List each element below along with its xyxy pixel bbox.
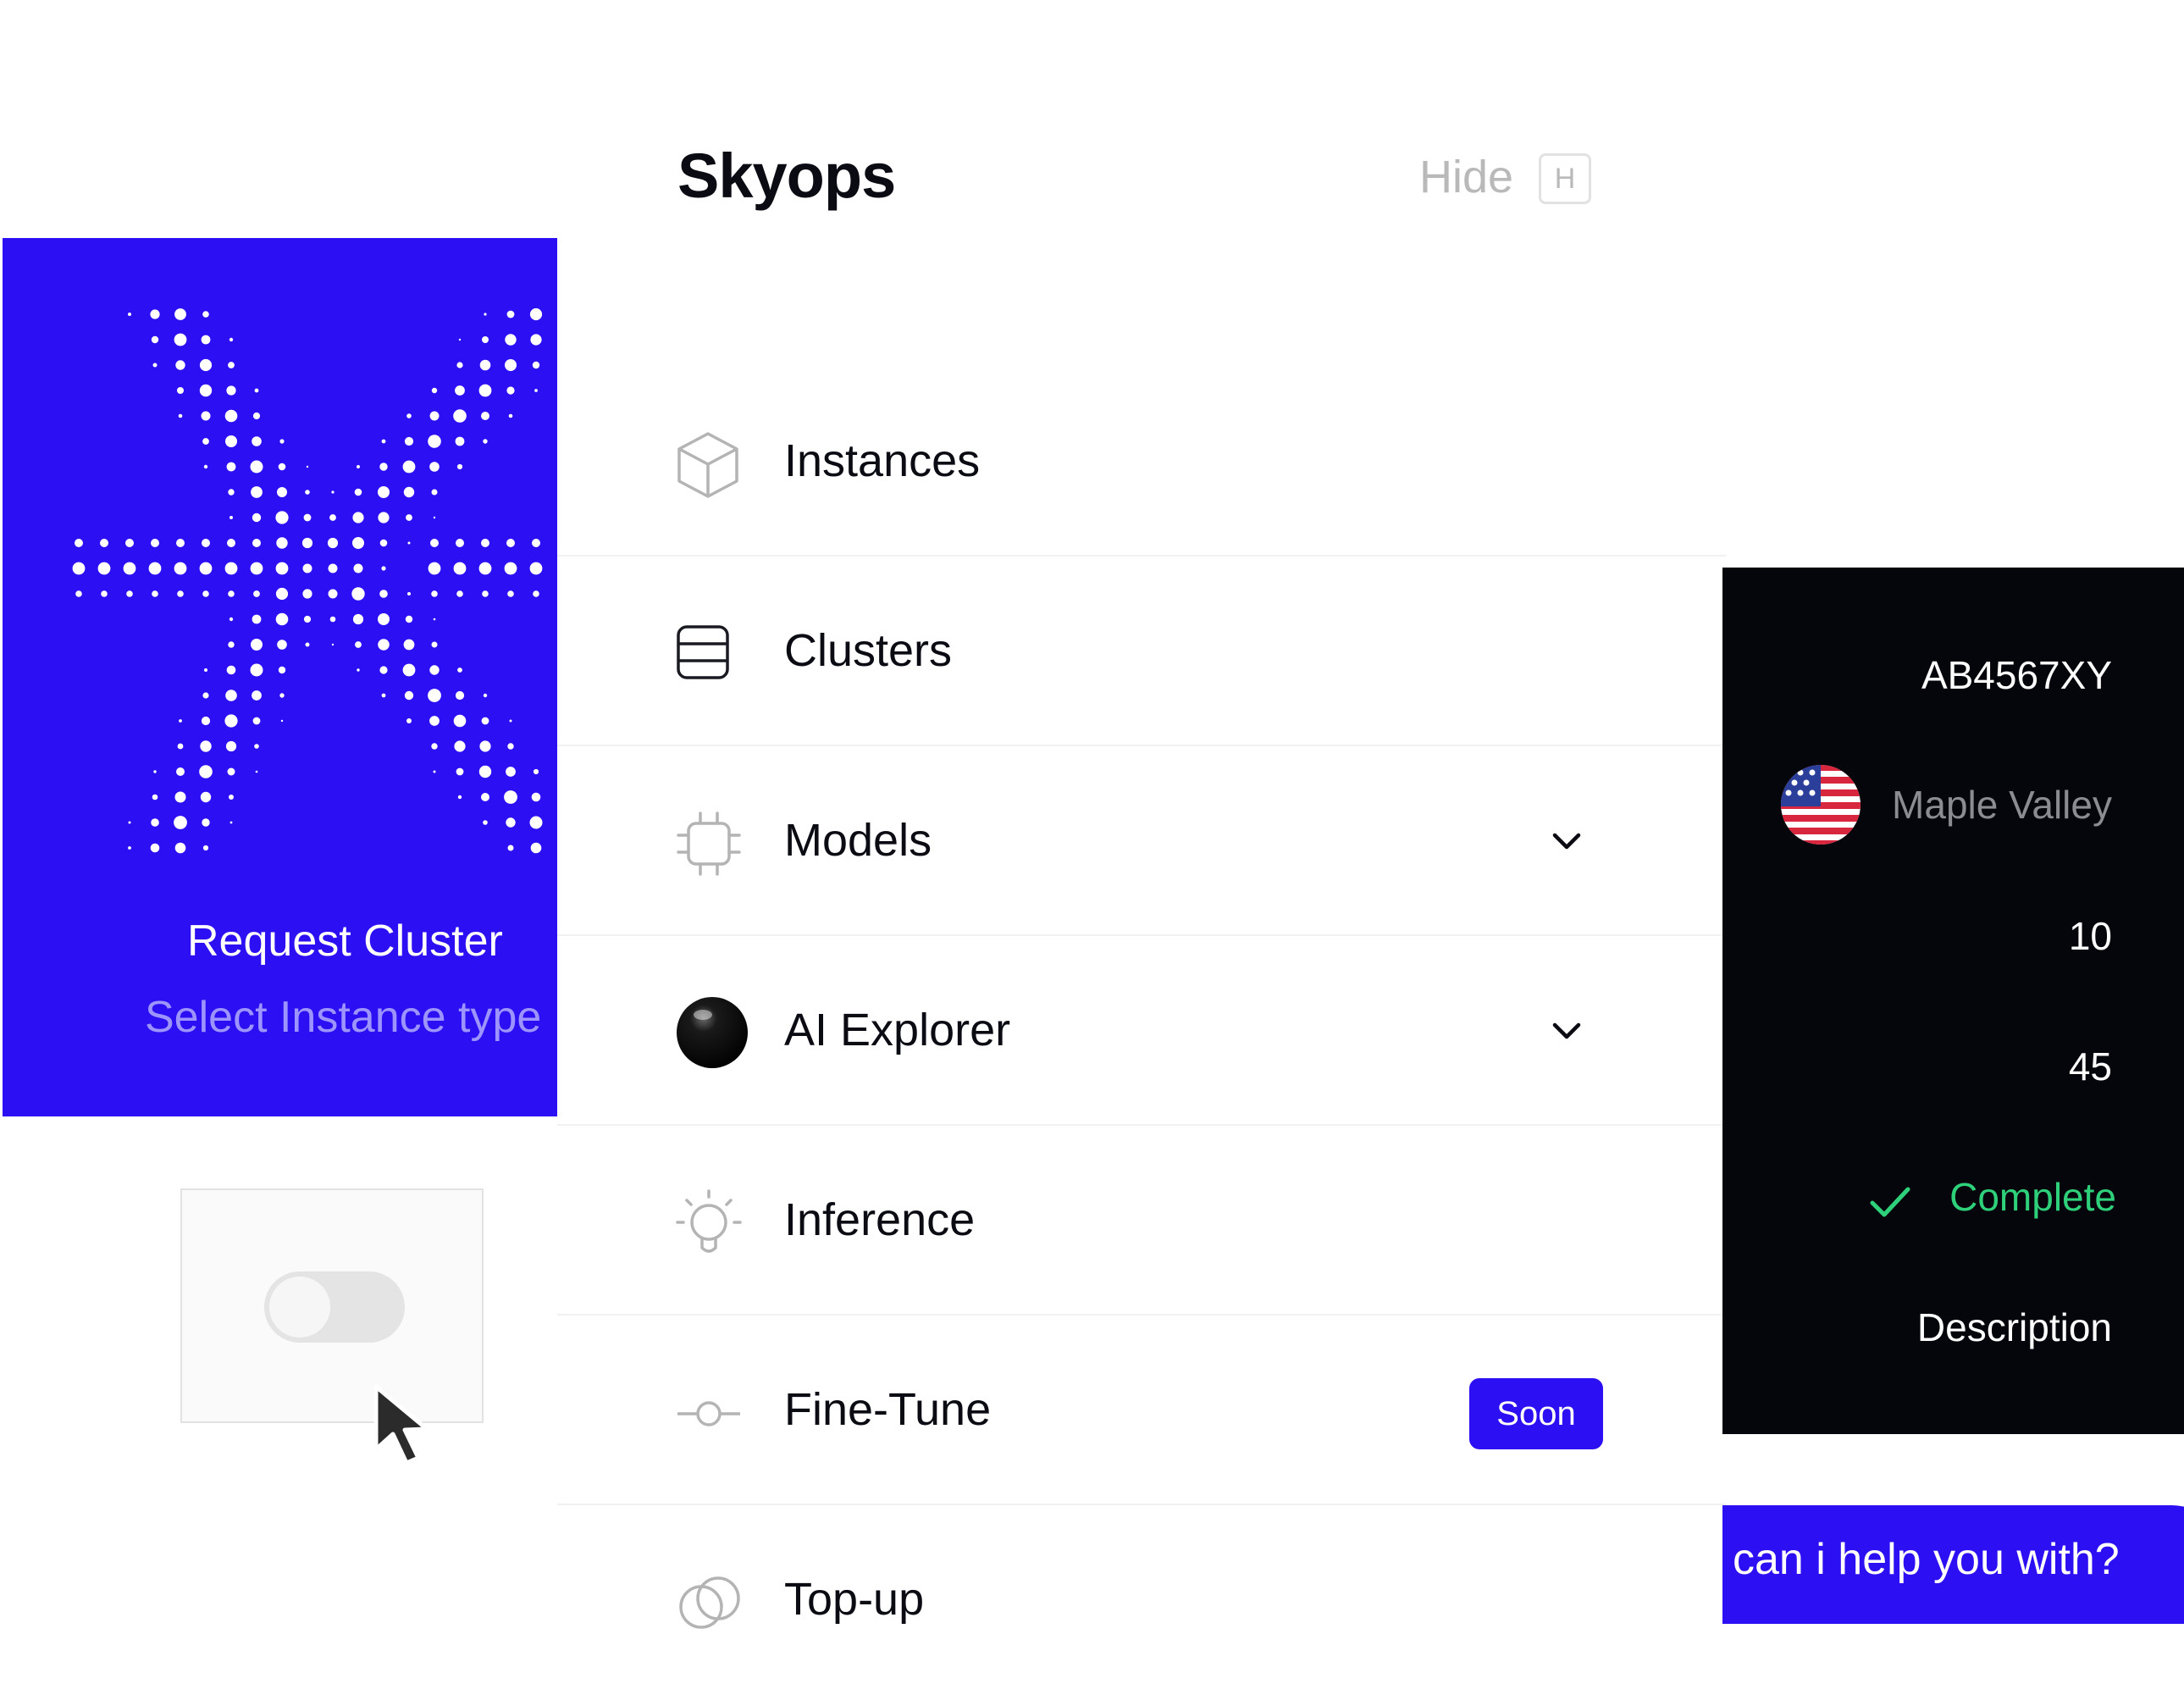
request-cluster-card[interactable]: Request Cluster Select Instance type xyxy=(3,238,557,1116)
sidebar-item-models[interactable]: Models xyxy=(557,746,1726,936)
slider-icon xyxy=(677,1401,740,1426)
description-label: Description xyxy=(1916,1305,2112,1349)
card-title: Request Cluster xyxy=(187,917,503,966)
detail-value: 45 xyxy=(2068,1044,2112,1088)
card-subtitle: Select Instance type xyxy=(145,993,542,1042)
location-label: Maple Valley xyxy=(1892,783,2112,827)
soon-badge: Soon xyxy=(1469,1378,1603,1449)
toggle-knob xyxy=(269,1277,330,1338)
brand-title: Skyops xyxy=(677,141,896,211)
chat-assistant-bubble[interactable]: can i help you with? xyxy=(1722,1505,2184,1624)
instance-id: AB4567XY xyxy=(1921,653,2112,697)
sidebar-item-label: Models xyxy=(784,815,932,866)
hide-shortcut-key: H xyxy=(1539,153,1591,204)
sidebar-item-label: AI Explorer xyxy=(784,1005,1011,1055)
black-sphere-icon xyxy=(677,997,748,1068)
coins-icon xyxy=(679,1576,740,1629)
lightbulb-icon xyxy=(676,1189,742,1253)
database-icon xyxy=(677,625,729,679)
sidebar-item-label: Top-up xyxy=(784,1574,925,1625)
chat-prompt-text: can i help you with? xyxy=(1733,1535,2120,1584)
sidebar-item-label: Clusters xyxy=(784,625,953,676)
us-flag-icon xyxy=(1781,765,1861,845)
chevron-down-icon[interactable] xyxy=(1550,829,1584,853)
sidebar-item-label: Instances xyxy=(784,435,981,486)
sidebar-item-instances[interactable]: Instances xyxy=(557,367,1726,557)
chevron-down-icon[interactable] xyxy=(1550,1019,1584,1043)
sidebar-item-ai-explorer[interactable]: AI Explorer xyxy=(557,936,1726,1126)
sidebar-item-top-up[interactable]: Top-up xyxy=(557,1505,1726,1695)
status-badge: Complete xyxy=(1949,1175,2116,1219)
instance-details-panel: AB4567XY Maple Valley 10 45 Complete Des… xyxy=(1722,568,2184,1434)
sidebar-item-clusters[interactable]: Clusters xyxy=(557,557,1726,746)
chip-icon xyxy=(677,811,741,876)
cursor-pointer-icon xyxy=(373,1384,429,1465)
cube-icon xyxy=(677,432,738,498)
check-icon xyxy=(1870,1187,1910,1217)
sidebar-item-label: Fine-Tune xyxy=(784,1384,992,1435)
toggle-switch[interactable] xyxy=(264,1271,405,1343)
sidebar-item-label: Inference xyxy=(784,1194,976,1245)
hide-button[interactable]: Hide xyxy=(1419,151,1513,203)
detail-value: 10 xyxy=(2068,914,2112,958)
sidebar-item-inference[interactable]: Inference xyxy=(557,1126,1726,1316)
sidebar-item-fine-tune[interactable]: Fine-Tune Soon xyxy=(557,1316,1726,1505)
dotted-x-logo xyxy=(72,307,543,854)
